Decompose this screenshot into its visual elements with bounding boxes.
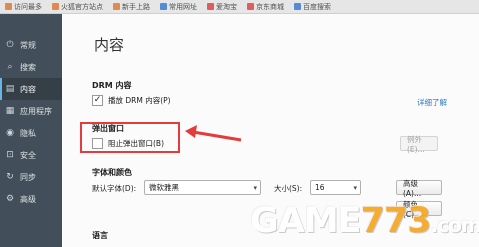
sidebar-item-privacy[interactable]: ◉ 隐私 [0,122,62,144]
applications-icon: ▦ [5,105,15,116]
search-icon: ⌕ [7,61,13,72]
sidebar-item-label: 安全 [20,150,36,160]
font-size-select[interactable]: 16 ▾ [310,180,361,195]
default-font-select[interactable]: 微软雅黑 ▾ [144,180,261,195]
drm-heading: DRM 内容 [92,81,132,90]
page-title: 内容 [94,36,125,54]
drm-checkbox-label: 播放 DRM 内容(P) [108,96,171,105]
fonts-heading: 字体和颜色 [92,168,132,177]
language-heading: 语言 [92,231,108,240]
bookmark-item[interactable]: 访问最多 [0,2,47,12]
sidebar-item-search[interactable]: ⌕ 搜索 [0,56,62,78]
sidebar-item-general[interactable]: ⏻ 常规 [0,34,62,56]
bookmark-icon [294,3,301,10]
default-font-value: 微软雅黑 [149,183,179,192]
annotation-highlight-box [80,122,180,153]
sidebar-item-label: 高级 [20,194,36,204]
bookmark-item[interactable]: 百度搜索 [289,2,336,12]
bookmark-item[interactable]: 京东商城 [242,2,289,12]
sidebar-item-content[interactable]: ▤ 内容 [0,78,62,100]
learn-more-link[interactable]: 详细了解 [417,97,447,108]
bookmark-icon [5,3,12,10]
bookmark-item[interactable]: 火狐官方站点 [47,2,108,12]
bookmark-item[interactable]: 新手上路 [108,2,155,12]
popup-exceptions-button[interactable]: 例外(E)... [400,135,438,154]
sidebar-item-applications[interactable]: ▦ 应用程序 [0,100,62,122]
lock-icon: ⊡ [6,149,14,160]
bookmark-item[interactable]: 爱淘宝 [202,2,242,12]
sidebar-item-label: 内容 [20,84,36,94]
mask-icon: ◉ [6,127,14,138]
bookmark-icon [52,3,59,10]
sidebar-item-label: 常规 [20,40,36,50]
site-watermark: GAME773.com [250,201,479,241]
drm-checkbox-row[interactable]: ✓ 播放 DRM 内容(P) [92,95,171,106]
bookmark-icon [160,3,167,10]
gear-icon: ⚙ [5,193,15,204]
sidebar-item-advanced[interactable]: ⚙ 高级 [0,188,62,210]
bookmark-icon [247,3,254,10]
bookmark-item[interactable]: 常用网址 [155,2,202,12]
bookmarks-toolbar: 访问最多 火狐官方站点 新手上路 常用网址 爱淘宝 京东商城 百度搜索 [0,0,479,14]
sidebar-item-label: 搜索 [20,62,36,72]
drm-checkbox[interactable]: ✓ [92,95,103,106]
sidebar-item-label: 同步 [20,172,36,182]
sync-icon: ↻ [6,171,14,182]
default-font-label: 默认字体(D): [92,184,137,193]
advanced-fonts-button[interactable]: 高级(A)... [396,179,442,198]
preferences-sidebar: ⏻ 常规 ⌕ 搜索 ▤ 内容 ▦ 应用程序 ◉ 隐私 ⊡ 安全 ↻ 同步 ⚙ 高… [0,14,62,247]
font-size-value: 16 [315,183,325,192]
bookmark-icon [113,3,120,10]
annotation-arrow-icon [185,125,242,142]
switch-icon: ⏻ [6,39,14,50]
chevron-down-icon: ▾ [353,184,357,192]
document-icon: ▤ [5,83,15,94]
sidebar-item-label: 应用程序 [20,106,52,116]
font-size-label: 大小(S): [274,184,303,193]
sidebar-item-security[interactable]: ⊡ 安全 [0,144,62,166]
bookmark-icon [207,3,214,10]
sidebar-item-label: 隐私 [20,128,36,138]
sidebar-item-sync[interactable]: ↻ 同步 [0,166,62,188]
chevron-down-icon: ▾ [253,184,257,192]
